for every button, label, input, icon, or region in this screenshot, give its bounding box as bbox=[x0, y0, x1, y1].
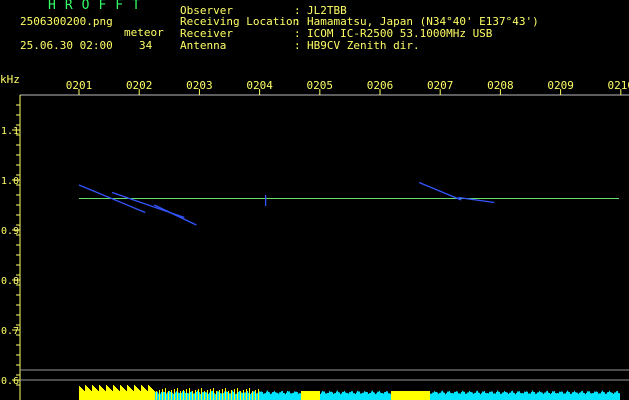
time-tick-label: 0204 bbox=[246, 79, 273, 92]
time-tick-label: 0203 bbox=[186, 79, 213, 92]
time-tick-label: 0208 bbox=[487, 79, 514, 92]
time-tick-label: 0207 bbox=[427, 79, 454, 92]
meteor-echo bbox=[153, 204, 197, 226]
frequency-tick-label: 0.9 bbox=[1, 226, 19, 237]
time-tick-label: 0205 bbox=[307, 79, 334, 92]
frequency-tick-label: 0.8 bbox=[1, 276, 19, 287]
frequency-tick-label: 1.1 bbox=[1, 126, 19, 137]
frequency-tick-label: 1.0 bbox=[1, 176, 19, 187]
time-tick-label: 0201 bbox=[66, 79, 93, 92]
frequency-tick-label: 0.6 bbox=[1, 376, 19, 387]
frequency-tick-label: 0.7 bbox=[1, 326, 19, 337]
time-tick-label: 0209 bbox=[547, 79, 574, 92]
time-tick-label: 0206 bbox=[367, 79, 394, 92]
time-tick-label: 0202 bbox=[126, 79, 153, 92]
spectrogram-chart: 0201 0202 0203 0204 0205 0206 0207 0208 0209 0210… bbox=[1, 79, 629, 400]
time-tick-label: 0210 bbox=[608, 79, 629, 92]
meteor-echo bbox=[418, 181, 462, 201]
